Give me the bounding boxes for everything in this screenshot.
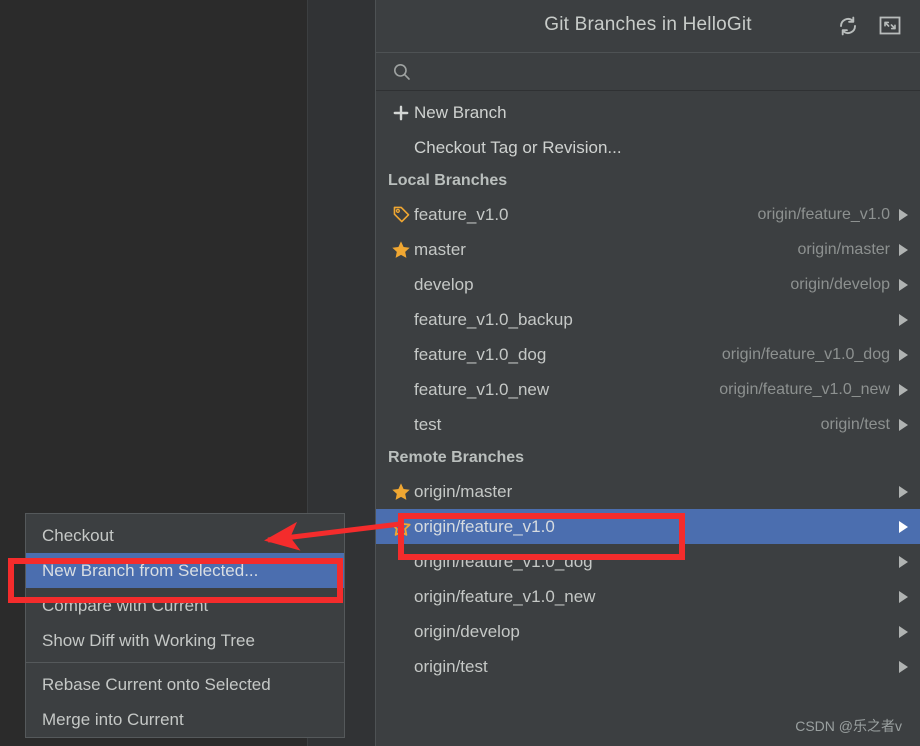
branch-name: origin/develop: [414, 621, 520, 641]
search-bar[interactable]: [376, 53, 920, 91]
refresh-icon[interactable]: [834, 12, 862, 40]
menu-item-rebase-current-onto-selected[interactable]: Rebase Current onto Selected: [26, 667, 344, 702]
branch-name: feature_v1.0_backup: [414, 309, 573, 329]
tag-icon: [388, 205, 414, 224]
branch-row[interactable]: origin/master: [376, 474, 920, 509]
chevron-right-icon[interactable]: [899, 243, 908, 256]
search-input[interactable]: [420, 63, 920, 80]
menu-item-compare-with-current[interactable]: Compare with Current: [26, 588, 344, 623]
branch-name: origin/master: [414, 481, 513, 501]
tracking-branch: origin/feature_v1.0: [757, 205, 890, 223]
branch-row[interactable]: master origin/master: [376, 232, 920, 267]
action-checkout-tag-or-revision[interactable]: Checkout Tag or Revision...: [376, 130, 920, 165]
plus-icon: [388, 105, 414, 121]
chevron-right-icon[interactable]: [899, 348, 908, 361]
action-label: New Branch: [414, 102, 507, 122]
branch-name: develop: [414, 274, 474, 294]
search-icon: [393, 63, 410, 80]
menu-separator: [26, 662, 344, 663]
branch-name: origin/feature_v1.0: [414, 516, 555, 536]
branch-row[interactable]: feature_v1.0_dog origin/feature_v1.0_dog: [376, 337, 920, 372]
chevron-right-icon[interactable]: [899, 208, 908, 221]
branch-row[interactable]: feature_v1.0 origin/feature_v1.0: [376, 197, 920, 232]
chevron-right-icon[interactable]: [899, 625, 908, 638]
tracking-branch: origin/master: [797, 240, 890, 258]
branch-row[interactable]: origin/develop: [376, 614, 920, 649]
menu-item-merge-into-current[interactable]: Merge into Current: [26, 702, 344, 737]
branch-row[interactable]: origin/feature_v1.0_dog: [376, 544, 920, 579]
branch-list: New Branch Checkout Tag or Revision... L…: [376, 91, 920, 684]
tracking-branch: origin/test: [820, 415, 890, 433]
action-new-branch[interactable]: New Branch: [376, 95, 920, 130]
branch-context-menu: Checkout New Branch from Selected... Com…: [25, 513, 345, 738]
chevron-right-icon[interactable]: [899, 485, 908, 498]
star-filled-icon: [388, 240, 414, 260]
branch-row[interactable]: test origin/test: [376, 407, 920, 442]
chevron-right-icon[interactable]: [899, 418, 908, 431]
branch-name: feature_v1.0: [414, 204, 509, 224]
branch-row-selected[interactable]: origin/feature_v1.0: [376, 509, 920, 544]
branch-row[interactable]: origin/feature_v1.0_new: [376, 579, 920, 614]
tracking-branch: origin/feature_v1.0_dog: [721, 345, 890, 363]
branch-row[interactable]: origin/test: [376, 649, 920, 684]
menu-item-show-diff-with-working-tree[interactable]: Show Diff with Working Tree: [26, 623, 344, 658]
restore-window-icon[interactable]: [876, 12, 904, 40]
branch-name: origin/feature_v1.0_dog: [414, 551, 593, 571]
action-label: Checkout Tag or Revision...: [414, 137, 622, 157]
watermark: CSDN @乐之者v: [795, 718, 902, 734]
git-branches-popup: Git Branches in HelloGit New Branch Chec…: [375, 0, 920, 746]
star-outline-icon: [388, 517, 414, 537]
chevron-right-icon[interactable]: [899, 555, 908, 568]
star-filled-icon: [388, 482, 414, 502]
branch-name: master: [414, 239, 466, 259]
popup-header: Git Branches in HelloGit: [376, 0, 920, 53]
chevron-right-icon[interactable]: [899, 520, 908, 533]
branch-name: origin/test: [414, 656, 488, 676]
section-header-local: Local Branches: [388, 172, 508, 189]
chevron-right-icon[interactable]: [899, 590, 908, 603]
branch-name: test: [414, 414, 442, 434]
branch-row[interactable]: feature_v1.0_backup: [376, 302, 920, 337]
branch-row[interactable]: develop origin/develop: [376, 267, 920, 302]
menu-item-new-branch-from-selected[interactable]: New Branch from Selected...: [26, 553, 344, 588]
chevron-right-icon[interactable]: [899, 383, 908, 396]
tracking-branch: origin/develop: [790, 275, 890, 293]
menu-item-checkout[interactable]: Checkout: [26, 518, 344, 553]
chevron-right-icon[interactable]: [899, 660, 908, 673]
branch-row[interactable]: feature_v1.0_new origin/feature_v1.0_new: [376, 372, 920, 407]
tracking-branch: origin/feature_v1.0_new: [719, 380, 890, 398]
branch-name: origin/feature_v1.0_new: [414, 586, 596, 606]
chevron-right-icon[interactable]: [899, 278, 908, 291]
branch-name: feature_v1.0_dog: [414, 344, 547, 364]
section-header-remote: Remote Branches: [388, 449, 525, 466]
branch-name: feature_v1.0_new: [414, 379, 550, 399]
chevron-right-icon[interactable]: [899, 313, 908, 326]
